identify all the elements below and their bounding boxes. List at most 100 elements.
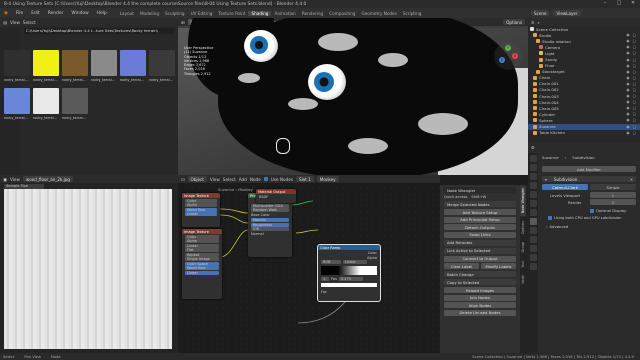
- node-field[interactable]: Linear: [185, 212, 217, 216]
- reload-images-button[interactable]: Reload Images: [444, 287, 516, 293]
- close-button[interactable]: ✕: [626, 0, 640, 6]
- delete-unused-nodes-button[interactable]: Delete Unused Nodes: [444, 309, 516, 316]
- material-output-node[interactable]: Material Output BSDF: [256, 189, 296, 203]
- node-field[interactable]: Alpha: [185, 203, 217, 207]
- fb-view-menu[interactable]: View: [10, 20, 20, 25]
- tab-animation[interactable]: Animation: [271, 11, 298, 16]
- modifier-name-field[interactable]: Subdivision: [550, 176, 581, 182]
- maximize-button[interactable]: □: [612, 0, 626, 6]
- tab-particles-icon[interactable]: [529, 227, 537, 234]
- add-reroutes-dropdown[interactable]: Add Reroutes: [444, 239, 516, 246]
- node-field[interactable]: Color: [185, 198, 217, 203]
- file-thumbnail[interactable]: rocky_terrai...: [120, 50, 146, 82]
- levels-viewport-field[interactable]: 1: [590, 192, 636, 198]
- visibility-icon[interactable]: ◉ ▢: [626, 58, 637, 62]
- visibility-icon[interactable]: ◉ ▢: [626, 125, 637, 129]
- tab-material-icon[interactable]: [529, 263, 537, 270]
- navigation-gizmo[interactable]: X Y Z: [494, 42, 522, 70]
- node-field[interactable]: Color: [185, 234, 219, 239]
- editor-type-icon[interactable]: ⊞: [181, 20, 185, 25]
- tab-uv-editing[interactable]: UV Editing: [188, 11, 216, 16]
- tab-node-wrangler[interactable]: Node Wrangler: [520, 185, 526, 217]
- catmull-clark-button[interactable]: Catmull-Clark: [542, 184, 588, 190]
- tab-layout[interactable]: Layout: [117, 11, 137, 16]
- tab-modeling[interactable]: Modeling: [137, 11, 162, 16]
- outliner-icon[interactable]: ≡: [531, 20, 535, 25]
- visibility-icon[interactable]: ◉ ▢: [626, 76, 637, 80]
- visibility-icon[interactable]: ◉ ▢: [626, 64, 637, 68]
- node-field[interactable]: Random Walk: [251, 208, 289, 212]
- visibility-icon[interactable]: ◉ ▢: [626, 100, 637, 104]
- tab-group[interactable]: Group: [520, 239, 526, 255]
- file-thumbnail[interactable]: rocky_terrai...: [33, 50, 59, 82]
- merge-selected-dropdown[interactable]: Merge Selected Nodes: [444, 201, 516, 207]
- connect-to-output-button[interactable]: Connect to Output: [444, 255, 516, 262]
- menu-file[interactable]: File: [12, 11, 27, 16]
- tab-output-icon[interactable]: [529, 173, 537, 180]
- color-ramp-node[interactable]: Color Ramp Color Alpha RGB Linear 1 Pos …: [317, 244, 381, 302]
- tab-render-icon[interactable]: [529, 164, 537, 171]
- tab-scene-icon[interactable]: [529, 191, 537, 198]
- tab-tool-icon[interactable]: [529, 155, 537, 162]
- node-field[interactable]: Flat: [185, 248, 219, 252]
- file-thumbnail[interactable]: rocky_terrai...: [91, 50, 117, 82]
- view-layer-dropdown[interactable]: ViewLayer: [553, 10, 581, 16]
- chevron-down-icon[interactable]: ▾: [545, 177, 547, 182]
- color-ramp-gradient[interactable]: [321, 266, 377, 275]
- node-field[interactable]: Alpha: [185, 239, 219, 243]
- image-texture-node-2[interactable]: Image Texture Color Alpha Linear Flat Re…: [182, 229, 222, 299]
- visibility-icon[interactable]: ◉ ▢: [626, 82, 637, 86]
- file-thumbnail[interactable]: rocky_terrai...: [4, 50, 30, 82]
- tab-constraints-icon[interactable]: [529, 245, 537, 252]
- gpu-subdivision-checkbox[interactable]: Using both CPU and GPU subdivision: [548, 216, 622, 220]
- axis-y-icon[interactable]: Y: [505, 45, 511, 51]
- visibility-icon[interactable]: ◉ ▢: [626, 51, 637, 55]
- node-wrangler-title[interactable]: Node Wrangler: [444, 187, 516, 193]
- clear-label-button[interactable]: Clear Label: [444, 263, 479, 269]
- render-levels-field[interactable]: 2: [590, 199, 636, 205]
- menu-edit[interactable]: Edit: [27, 11, 44, 16]
- modifier-header[interactable]: ▾ Subdivision ✕: [542, 176, 636, 182]
- tab-modifier-icon[interactable]: [529, 218, 537, 225]
- visibility-icon[interactable]: ◉ ▢: [626, 131, 637, 135]
- visibility-icon[interactable]: ◉ ▢: [626, 33, 637, 37]
- tab-scripting[interactable]: Scripting: [400, 11, 425, 16]
- file-thumbnail[interactable]: rocky_terrai...: [62, 88, 88, 120]
- blender-logo-icon[interactable]: ◉: [0, 11, 12, 16]
- minimize-button[interactable]: –: [598, 0, 612, 6]
- ramp-color-swatch[interactable]: [321, 283, 377, 287]
- node-field[interactable]: Single Image: [185, 257, 219, 261]
- tab-options[interactable]: Options: [520, 218, 526, 237]
- add-texture-setup-button[interactable]: Add Texture Setup: [444, 209, 516, 215]
- menu-render[interactable]: Render: [44, 11, 68, 16]
- batch-change-dropdown[interactable]: Batch Change: [444, 271, 516, 277]
- ramp-interpolation[interactable]: Linear: [343, 260, 367, 264]
- tab-physics-icon[interactable]: [529, 236, 537, 243]
- node-field[interactable]: Linear: [185, 243, 219, 248]
- node-field[interactable]: Multiscatter GGX: [251, 203, 289, 208]
- viewport-scene[interactable]: User Perspective (11) Suzanne Objects 1/…: [178, 18, 528, 175]
- advanced-section[interactable]: › Advanced: [546, 224, 568, 229]
- join-nodes-button[interactable]: Join Nodes: [444, 294, 516, 301]
- options-dropdown[interactable]: Options: [503, 19, 525, 25]
- menu-window[interactable]: Window: [67, 11, 92, 16]
- axis-z-icon[interactable]: Z: [499, 57, 505, 63]
- tab-rendering[interactable]: Rendering: [299, 11, 326, 16]
- ramp-position-field[interactable]: 0.475: [338, 277, 363, 281]
- node-field[interactable]: Roughness: [251, 222, 289, 227]
- 3d-viewport[interactable]: ⊞ Object Mode View Select Add Object Glo…: [178, 18, 528, 175]
- visibility-icon[interactable]: ◉ ▢: [626, 39, 637, 43]
- tab-compositing[interactable]: Compositing: [326, 11, 358, 16]
- tab-view-layer-icon[interactable]: [529, 182, 537, 189]
- tab-object-icon[interactable]: [529, 209, 537, 216]
- tab-data-icon[interactable]: [529, 254, 537, 261]
- node-field[interactable]: IOR: [251, 227, 289, 231]
- scene-dropdown[interactable]: Scene: [531, 10, 550, 16]
- detach-outputs-button[interactable]: Detach Outputs: [444, 224, 516, 230]
- visibility-icon[interactable]: ◉ ▢: [626, 88, 637, 92]
- close-icon[interactable]: ✕: [630, 177, 633, 182]
- visibility-icon[interactable]: ◉ ▢: [626, 94, 637, 98]
- visibility-icon[interactable]: ◉ ▢: [626, 118, 637, 122]
- tab-geometry-nodes[interactable]: Geometry Nodes: [358, 11, 399, 16]
- tab-sculpting[interactable]: Sculpting: [162, 11, 188, 16]
